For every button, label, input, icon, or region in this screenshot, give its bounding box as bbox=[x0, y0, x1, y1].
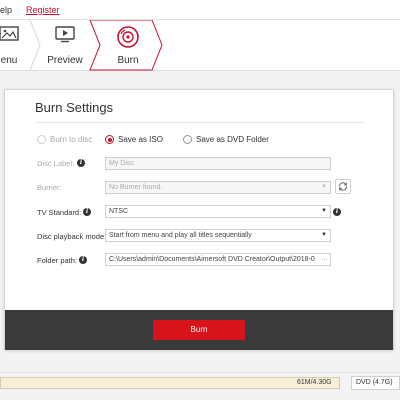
option-save-as-dvd-folder[interactable]: Save as DVD Folder bbox=[183, 135, 269, 144]
browse-folder-button[interactable]: ··· bbox=[319, 254, 328, 265]
step-preview-label: Preview bbox=[47, 55, 83, 66]
panel-title: Burn Settings bbox=[35, 100, 114, 115]
save-as-dvd-folder-radio[interactable] bbox=[183, 135, 192, 144]
option-burn-to-disc[interactable]: Burn to disc bbox=[37, 135, 92, 144]
disc-label-label: Disc Label: bbox=[37, 159, 75, 168]
save-as-iso-radio[interactable] bbox=[105, 135, 114, 144]
folder-path-label: Folder path: bbox=[37, 256, 78, 265]
burner-select[interactable]: No Burner found. ▼ bbox=[105, 181, 331, 194]
title-divider bbox=[35, 122, 365, 123]
burner-value: No Burner found. bbox=[109, 184, 163, 191]
tv-standard-value: NTSC bbox=[109, 208, 129, 215]
step-preview[interactable]: Preview bbox=[40, 20, 90, 70]
save-as-iso-label: Save as ISO bbox=[118, 135, 163, 144]
burn-settings-panel: Burn Settings Burn to disc Save as ISO S… bbox=[4, 89, 394, 350]
playback-mode-select[interactable]: Start from menu and play all titles sequ… bbox=[105, 229, 331, 242]
save-as-dvd-folder-label: Save as DVD Folder bbox=[196, 135, 269, 144]
burner-label: Burner: bbox=[37, 183, 62, 192]
panel-footer: Burn bbox=[5, 310, 393, 350]
step-menu[interactable]: enu bbox=[0, 20, 32, 70]
disc-type-value: DVD (4.7G) bbox=[356, 379, 393, 386]
help-menu[interactable]: elp bbox=[0, 5, 12, 15]
playback-mode-label: Disc playback mode: bbox=[37, 232, 107, 241]
burn-to-disc-label: Burn to disc bbox=[50, 135, 93, 144]
refresh-burner-button[interactable] bbox=[335, 179, 351, 194]
preview-icon bbox=[55, 26, 75, 48]
disc-label-info-icon[interactable]: i bbox=[77, 159, 85, 167]
step-navigation: enu Preview Burn bbox=[0, 20, 400, 71]
folder-path-value: C:\Users\admin\Documents\Aimersoft DVD C… bbox=[109, 256, 315, 263]
capacity-text: 61M/4.30G bbox=[297, 379, 332, 386]
menu-template-icon bbox=[0, 26, 19, 47]
tv-standard-help-icon[interactable]: i bbox=[333, 208, 341, 216]
chevron-down-icon: ▼ bbox=[321, 232, 327, 238]
status-bar: 61M/4.30G DVD (4.7G) bbox=[0, 372, 400, 400]
tv-standard-label: TV Standard: bbox=[37, 208, 82, 217]
tv-standard-info-icon[interactable]: i bbox=[83, 208, 91, 216]
chevron-down-icon: ▼ bbox=[321, 184, 327, 190]
disc-capacity-bar bbox=[0, 377, 340, 389]
step-menu-label: enu bbox=[0, 55, 18, 66]
chevron-down-icon: ▼ bbox=[321, 208, 327, 214]
step-burn[interactable]: Burn bbox=[90, 20, 170, 70]
disc-type-select[interactable]: DVD (4.7G) bbox=[351, 376, 400, 390]
register-link[interactable]: Register bbox=[26, 5, 60, 15]
refresh-icon bbox=[339, 182, 347, 191]
step-burn-label: Burn bbox=[117, 55, 139, 66]
disc-label-value: My Disc bbox=[109, 160, 134, 167]
tv-standard-select[interactable]: NTSC ▼ bbox=[105, 205, 331, 218]
disc-label-input[interactable]: My Disc bbox=[105, 157, 331, 170]
burn-to-disc-radio[interactable] bbox=[37, 135, 46, 144]
menu-bar: elp Register bbox=[0, 0, 400, 20]
folder-path-info-icon[interactable]: i bbox=[79, 256, 87, 264]
playback-mode-value: Start from menu and play all titles sequ… bbox=[109, 232, 252, 239]
folder-path-input[interactable]: C:\Users\admin\Documents\Aimersoft DVD C… bbox=[105, 253, 331, 266]
option-save-as-iso[interactable]: Save as ISO bbox=[105, 135, 163, 144]
burn-button[interactable]: Burn bbox=[153, 320, 245, 340]
burn-disc-icon bbox=[117, 26, 139, 53]
